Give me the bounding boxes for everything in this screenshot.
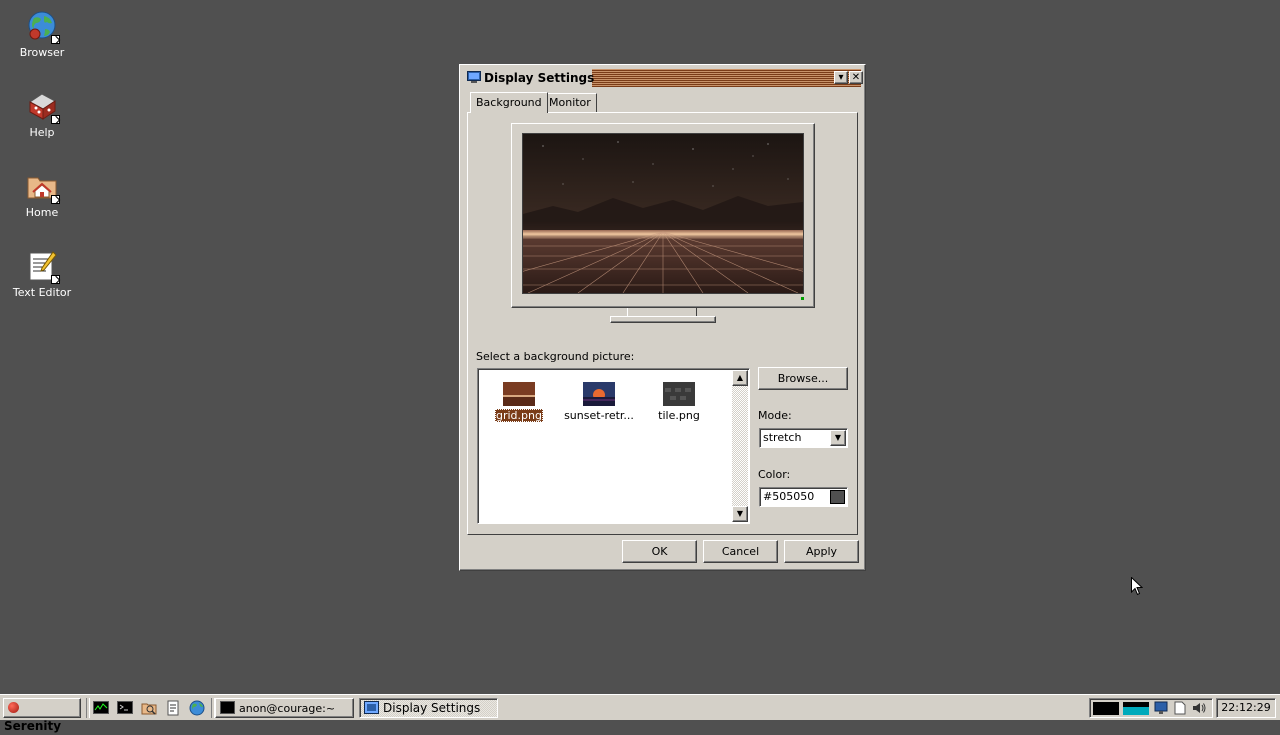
color-swatch[interactable] xyxy=(830,490,845,504)
scroll-down-button[interactable]: ▼ xyxy=(732,506,748,522)
chevron-down-icon[interactable]: ▼ xyxy=(830,430,846,446)
taskbar-app-display-settings[interactable]: Display Settings xyxy=(359,698,498,718)
title-bar[interactable]: Display Settings ▾ ✕ xyxy=(464,69,863,87)
list-item[interactable]: grid.png xyxy=(481,382,557,422)
system-tray xyxy=(1089,698,1213,718)
taskbar: Serenity anon@courage:~ Display Settings xyxy=(0,694,1280,733)
monitor-base xyxy=(610,316,716,323)
serenity-logo-icon xyxy=(8,702,19,713)
monitor-stand xyxy=(627,308,697,316)
help-book-icon xyxy=(26,90,60,124)
chevron-down-icon: ▾ xyxy=(838,72,844,83)
close-button[interactable]: ✕ xyxy=(849,71,863,84)
desktop-icon-text-editor[interactable]: Text Editor xyxy=(0,250,84,299)
power-led xyxy=(801,297,804,300)
file-name: grid.png xyxy=(495,409,543,422)
desktop-icon-label: Help xyxy=(29,126,55,139)
home-folder-icon xyxy=(26,170,60,204)
list-scrollbar[interactable]: ▲ ▼ xyxy=(732,370,748,522)
taskbar-app-label: Display Settings xyxy=(383,701,481,715)
close-icon: ✕ xyxy=(851,72,861,83)
color-value: #505050 xyxy=(763,490,815,503)
tab-background[interactable]: Background xyxy=(470,92,548,113)
image-thumbnail-icon xyxy=(583,382,615,406)
image-thumbnail-icon xyxy=(663,382,695,406)
globe-icon[interactable] xyxy=(189,700,205,716)
mouse-cursor-icon xyxy=(1131,576,1144,599)
cancel-button[interactable]: Cancel xyxy=(703,540,778,563)
file-name: sunset-retr... xyxy=(564,409,634,422)
mode-label: Mode: xyxy=(758,409,792,422)
mode-value: stretch xyxy=(763,431,802,444)
start-label: Serenity xyxy=(4,719,62,733)
clipboard-icon[interactable] xyxy=(1174,701,1186,715)
arrow-down-icon: ▼ xyxy=(736,509,744,518)
color-label: Color: xyxy=(758,468,791,481)
desktop-icon-label: Text Editor xyxy=(12,286,72,299)
browse-button[interactable]: Browse... xyxy=(758,367,848,390)
desktop-icon-label: Browser xyxy=(19,46,65,59)
list-item[interactable]: tile.png xyxy=(641,382,717,422)
display-icon xyxy=(467,71,481,84)
desktop-icon-browser[interactable]: Browser xyxy=(0,10,84,59)
window-title: Display Settings xyxy=(484,71,595,85)
desktop-icon-home[interactable]: Home xyxy=(0,170,84,219)
list-item[interactable]: sunset-retr... xyxy=(561,382,637,422)
arrow-up-icon: ▲ xyxy=(736,373,744,382)
terminal-icon[interactable] xyxy=(117,700,133,716)
memory-graph-icon[interactable] xyxy=(1123,702,1149,715)
text-editor-icon xyxy=(26,250,60,284)
clock[interactable]: 22:12:29 xyxy=(1216,698,1276,718)
start-button[interactable]: Serenity xyxy=(3,698,81,733)
ok-button[interactable]: OK xyxy=(622,540,697,563)
scroll-up-button[interactable]: ▲ xyxy=(732,370,748,386)
file-manager-icon[interactable] xyxy=(141,700,157,716)
desktop-icon-help[interactable]: Help xyxy=(0,90,84,139)
cpu-graph-icon[interactable] xyxy=(1093,702,1119,715)
desktop-icon-label: Home xyxy=(25,206,59,219)
taskbar-app-terminal[interactable]: anon@courage:~ xyxy=(215,698,354,718)
globe-icon xyxy=(26,10,60,44)
text-editor-icon[interactable] xyxy=(165,700,181,716)
display-icon xyxy=(364,701,379,714)
select-background-label: Select a background picture: xyxy=(476,350,635,363)
network-icon[interactable] xyxy=(1154,701,1168,715)
image-thumbnail-icon xyxy=(503,382,535,406)
file-name: tile.png xyxy=(658,409,700,422)
system-monitor-icon[interactable] xyxy=(93,700,109,716)
color-input[interactable]: #505050 xyxy=(759,487,848,507)
terminal-icon xyxy=(220,701,235,714)
apply-button[interactable]: Apply xyxy=(784,540,859,563)
wallpaper-list[interactable]: grid.png sunset-retr... tile.png xyxy=(477,368,750,524)
mode-select[interactable]: stretch ▼ xyxy=(759,428,848,448)
window-menu-button[interactable]: ▾ xyxy=(834,71,848,84)
volume-icon[interactable] xyxy=(1192,701,1206,715)
taskbar-app-label: anon@courage:~ xyxy=(239,702,336,715)
tab-monitor[interactable]: Monitor xyxy=(543,93,597,112)
wallpaper-preview xyxy=(522,133,804,294)
